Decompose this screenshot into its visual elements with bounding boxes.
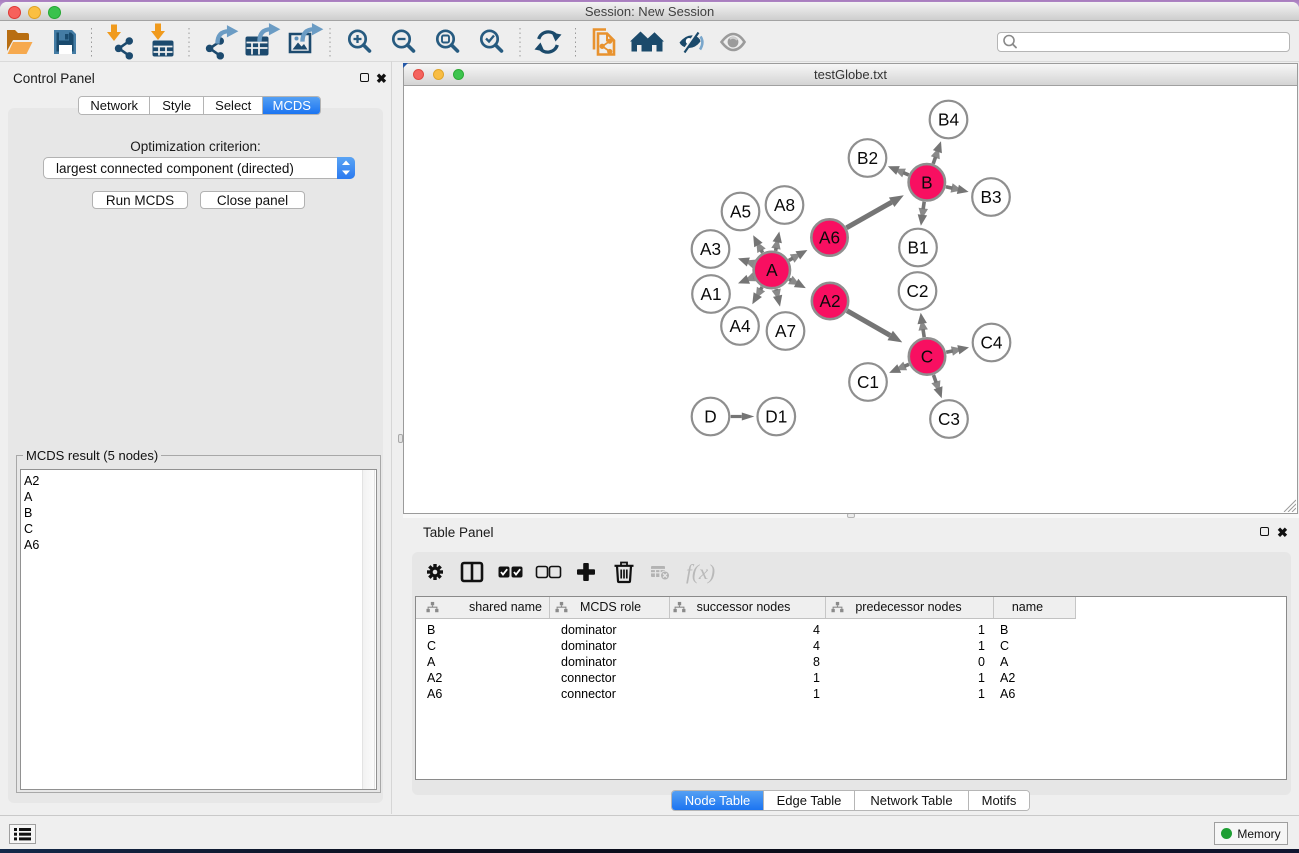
svg-text:A: A bbox=[766, 260, 778, 280]
svg-text:A6: A6 bbox=[819, 228, 840, 248]
svg-text:A8: A8 bbox=[774, 195, 795, 215]
svg-text:D: D bbox=[704, 407, 716, 427]
svg-text:A4: A4 bbox=[729, 316, 750, 336]
svg-text:D1: D1 bbox=[765, 407, 787, 427]
svg-text:C3: C3 bbox=[938, 409, 960, 429]
svg-text:B3: B3 bbox=[980, 187, 1001, 207]
svg-text:C2: C2 bbox=[907, 281, 929, 301]
svg-text:A7: A7 bbox=[775, 321, 796, 341]
svg-text:B: B bbox=[921, 173, 932, 193]
svg-text:A1: A1 bbox=[700, 284, 721, 304]
svg-text:B4: B4 bbox=[938, 110, 959, 130]
svg-text:A2: A2 bbox=[819, 291, 840, 311]
svg-text:A3: A3 bbox=[700, 239, 721, 259]
svg-text:C1: C1 bbox=[857, 372, 879, 392]
svg-text:C4: C4 bbox=[981, 333, 1003, 353]
svg-text:A5: A5 bbox=[730, 202, 751, 222]
svg-text:B2: B2 bbox=[857, 148, 878, 168]
svg-text:B1: B1 bbox=[907, 238, 928, 258]
svg-text:C: C bbox=[921, 347, 933, 367]
